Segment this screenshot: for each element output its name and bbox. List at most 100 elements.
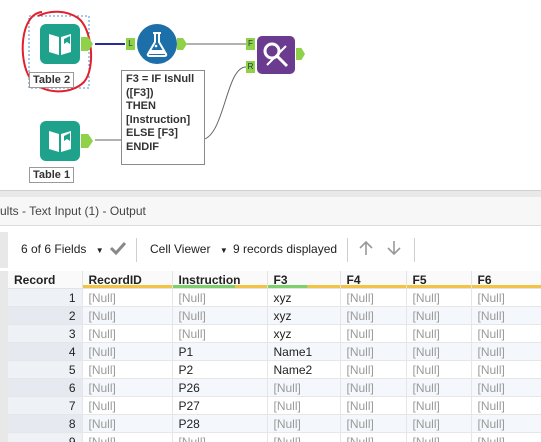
table-cell[interactable]: [Null]	[82, 378, 173, 397]
table-cell[interactable]: [Null]	[82, 360, 173, 379]
column-quality-bar	[82, 285, 172, 288]
table-cell[interactable]: [Null]	[340, 396, 407, 415]
table-row[interactable]: 1 [Null] [Null] xyz [Null] [Null] [Null]	[8, 288, 541, 307]
table-row[interactable]: 5 [Null] P2 Name2 [Null] [Null] [Null]	[8, 360, 541, 379]
formula-input-anchor[interactable]: L	[126, 38, 135, 50]
table-row[interactable]: 4 [Null] P1 Name1 [Null] [Null] [Null]	[8, 342, 541, 361]
replace-input-anchor[interactable]: R	[246, 61, 255, 73]
table-cell[interactable]: [Null]	[471, 306, 541, 325]
find-replace-tool[interactable]	[257, 36, 295, 74]
formula-line: [Instruction]	[126, 113, 191, 126]
table-cell[interactable]: [Null]	[471, 360, 541, 379]
table-row[interactable]: 7 [Null] P27 [Null] [Null] [Null] [Null]	[8, 396, 541, 415]
record-number-cell[interactable]: 1	[8, 288, 83, 307]
table-cell[interactable]: [Null]	[172, 324, 268, 343]
table-cell[interactable]: [Null]	[82, 324, 173, 343]
table-cell[interactable]: xyz	[267, 288, 341, 307]
table-cell[interactable]: [Null]	[471, 396, 541, 415]
table-cell[interactable]: P28	[172, 414, 268, 433]
cell-viewer-dropdown[interactable]: Cell Viewer ▼	[150, 242, 228, 256]
column-header[interactable]: Record	[8, 271, 83, 289]
table-cell[interactable]: [Null]	[172, 306, 268, 325]
table-cell[interactable]: [Null]	[406, 378, 472, 397]
toolbar-divider	[414, 238, 415, 262]
table-cell[interactable]: P1	[172, 342, 268, 361]
table-cell[interactable]: [Null]	[340, 288, 407, 307]
record-number-cell[interactable]: 8	[8, 414, 83, 433]
table-row[interactable]: 6 [Null] P26 [Null] [Null] [Null] [Null]	[8, 378, 541, 397]
table-cell[interactable]: P27	[172, 396, 268, 415]
table-cell[interactable]: xyz	[267, 324, 341, 343]
formula-line: ENDIF	[126, 140, 159, 153]
table-cell[interactable]: Name2	[267, 360, 341, 379]
column-header[interactable]: F5	[406, 271, 472, 289]
column-quality-bar	[267, 285, 340, 288]
formula-tool[interactable]	[137, 24, 177, 64]
table-cell[interactable]: [Null]	[340, 414, 407, 433]
record-number-cell[interactable]: 7	[8, 396, 83, 415]
table-cell[interactable]: [Null]	[340, 306, 407, 325]
record-number-cell[interactable]: 6	[8, 378, 83, 397]
table-cell[interactable]: [Null]	[82, 306, 173, 325]
table-row[interactable]: 8 [Null] P28 [Null] [Null] [Null] [Null]	[8, 414, 541, 433]
table-cell[interactable]: [Null]	[267, 378, 341, 397]
table-cell[interactable]: Name1	[267, 342, 341, 361]
table-cell[interactable]: [Null]	[267, 396, 341, 415]
header-label: Record	[14, 272, 56, 287]
table-cell[interactable]: [Null]	[471, 324, 541, 343]
table-cell[interactable]: [Null]	[471, 288, 541, 307]
table-cell[interactable]: [Null]	[82, 432, 173, 442]
table-cell[interactable]: xyz	[267, 306, 341, 325]
fields-dropdown[interactable]: 6 of 6 Fields ▼	[21, 242, 104, 256]
workflow-canvas[interactable]: Table 2 L F3 = IF IsNull ([F3]) THEN [In…	[0, 0, 541, 190]
table-cell[interactable]: [Null]	[406, 324, 472, 343]
record-number-cell[interactable]: 4	[8, 342, 83, 361]
table-cell[interactable]: [Null]	[406, 432, 472, 442]
table-cell[interactable]: [Null]	[172, 288, 268, 307]
record-number-cell[interactable]: 2	[8, 306, 83, 325]
table2-input-tool[interactable]	[40, 24, 80, 64]
table-cell[interactable]: [Null]	[406, 306, 472, 325]
column-header[interactable]: Instruction	[172, 271, 268, 289]
table-cell[interactable]: [Null]	[340, 360, 407, 379]
table-cell[interactable]: [Null]	[340, 378, 407, 397]
arrow-up-icon[interactable]	[357, 239, 375, 260]
results-table: Record RecordID Instruction F3 F4 F5 F6 …	[8, 271, 541, 442]
find-input-anchor[interactable]: F	[246, 38, 255, 50]
table-cell[interactable]: [Null]	[471, 432, 541, 442]
table-cell[interactable]: [Null]	[340, 324, 407, 343]
table-cell[interactable]: [Null]	[471, 414, 541, 433]
table-row[interactable]: 2 [Null] [Null] xyz [Null] [Null] [Null]	[8, 306, 541, 325]
table-cell[interactable]: [Null]	[471, 342, 541, 361]
table-cell[interactable]: [Null]	[340, 432, 407, 442]
table-row[interactable]: 3 [Null] [Null] xyz [Null] [Null] [Null]	[8, 324, 541, 343]
table-cell[interactable]: [Null]	[82, 288, 173, 307]
table-cell[interactable]: [Null]	[82, 342, 173, 361]
column-header[interactable]: RecordID	[82, 271, 173, 289]
table-cell[interactable]: [Null]	[172, 432, 268, 442]
arrow-down-icon[interactable]	[385, 239, 403, 260]
table-cell[interactable]: [Null]	[82, 414, 173, 433]
column-header[interactable]: F4	[340, 271, 407, 289]
checkmark-icon[interactable]	[108, 238, 128, 261]
record-number-cell[interactable]: 3	[8, 324, 83, 343]
table-cell[interactable]: [Null]	[406, 396, 472, 415]
table-cell[interactable]: [Null]	[406, 414, 472, 433]
table-cell[interactable]: [Null]	[406, 342, 472, 361]
record-number-cell[interactable]: 9	[8, 432, 83, 442]
table-cell[interactable]: P26	[172, 378, 268, 397]
column-header[interactable]: F3	[267, 271, 341, 289]
results-grid[interactable]: Record RecordID Instruction F3 F4 F5 F6 …	[0, 271, 541, 442]
table-cell[interactable]: [Null]	[340, 342, 407, 361]
table-cell[interactable]: [Null]	[267, 414, 341, 433]
table-row[interactable]: 9 [Null] [Null] [Null] [Null] [Null] [Null]	[8, 432, 541, 442]
table-cell[interactable]: P2	[172, 360, 268, 379]
record-number-cell[interactable]: 5	[8, 360, 83, 379]
table-cell[interactable]: [Null]	[82, 396, 173, 415]
table-cell[interactable]: [Null]	[267, 432, 341, 442]
table-cell[interactable]: [Null]	[406, 288, 472, 307]
column-header[interactable]: F6	[471, 271, 541, 289]
table-cell[interactable]: [Null]	[471, 378, 541, 397]
table-cell[interactable]: [Null]	[406, 360, 472, 379]
table1-input-tool[interactable]	[40, 121, 80, 161]
